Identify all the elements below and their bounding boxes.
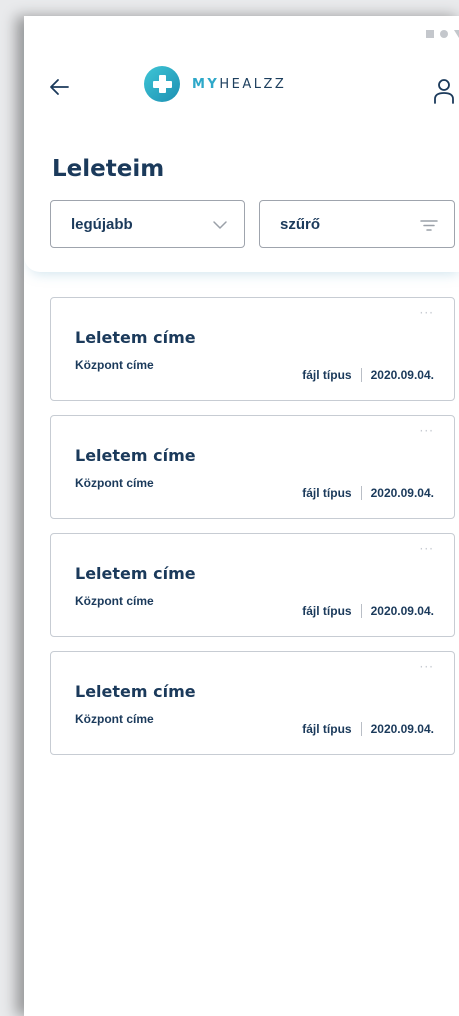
sort-dropdown-value: legújabb — [71, 215, 133, 233]
result-card[interactable]: ··· Leletem címe Központ címe fájl típus… — [50, 297, 455, 401]
result-title: Leletem címe — [75, 328, 196, 347]
result-center: Központ címe — [75, 594, 154, 608]
meta-divider — [360, 722, 362, 736]
result-date: 2020.09.04. — [370, 722, 434, 736]
result-file-type: fájl típus — [302, 368, 352, 382]
result-card[interactable]: ··· Leletem címe Központ címe fájl típus… — [50, 415, 455, 519]
arrow-left-icon — [50, 79, 69, 95]
result-date: 2020.09.04. — [370, 368, 434, 382]
more-dots-icon[interactable]: ··· — [420, 306, 434, 320]
result-center: Központ címe — [75, 476, 154, 490]
result-date: 2020.09.04. — [370, 486, 434, 500]
result-meta: fájl típus 2020.09.04. — [302, 368, 434, 382]
result-card[interactable]: ··· Leletem címe Központ címe fájl típus… — [50, 533, 455, 637]
more-dots-icon[interactable]: ··· — [420, 660, 434, 674]
result-meta: fájl típus 2020.09.04. — [302, 486, 434, 500]
result-title: Leletem címe — [75, 564, 196, 583]
result-meta: fájl típus 2020.09.04. — [302, 604, 434, 618]
filter-lines-icon — [420, 220, 438, 231]
phone-screen: MYHEALZZ Leleteim legújabb szűrő ··· Lel… — [24, 16, 459, 1016]
result-title: Leletem címe — [75, 446, 196, 465]
app-logo: MYHEALZZ — [144, 66, 286, 102]
meta-divider — [360, 368, 362, 382]
filter-button-label: szűrő — [280, 215, 321, 233]
results-list: ··· Leletem címe Központ címe fájl típus… — [50, 297, 455, 769]
result-file-type: fájl típus — [302, 604, 352, 618]
user-icon — [434, 79, 454, 104]
status-bar — [426, 30, 459, 38]
result-file-type: fájl típus — [302, 722, 352, 736]
result-center: Központ címe — [75, 712, 154, 726]
back-button[interactable] — [48, 76, 70, 98]
result-meta: fájl típus 2020.09.04. — [302, 722, 434, 736]
result-card[interactable]: ··· Leletem címe Központ címe fájl típus… — [50, 651, 455, 755]
chevron-down-icon — [213, 221, 227, 229]
result-file-type: fájl típus — [302, 486, 352, 500]
profile-button[interactable] — [432, 78, 456, 104]
result-date: 2020.09.04. — [370, 604, 434, 618]
more-dots-icon[interactable]: ··· — [420, 542, 434, 556]
header-panel: MYHEALZZ Leleteim legújabb szűrő — [24, 16, 459, 272]
result-center: Központ címe — [75, 358, 154, 372]
signal-icon — [426, 30, 434, 38]
meta-divider — [360, 604, 362, 618]
meta-divider — [360, 486, 362, 500]
logo-wordmark: MYHEALZZ — [192, 76, 287, 92]
filter-button[interactable]: szűrő — [259, 200, 455, 248]
battery-icon — [454, 30, 459, 38]
sort-dropdown[interactable]: legújabb — [50, 200, 245, 248]
page-title: Leleteim — [52, 156, 165, 182]
logo-cross-icon — [144, 66, 180, 102]
result-title: Leletem címe — [75, 682, 196, 701]
wifi-icon — [440, 30, 448, 38]
more-dots-icon[interactable]: ··· — [420, 424, 434, 438]
